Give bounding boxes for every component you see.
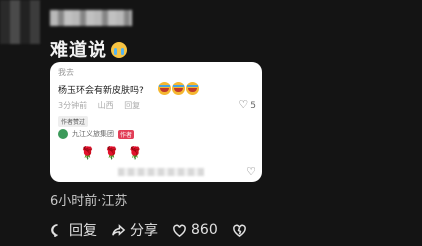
heart-icon (172, 223, 187, 238)
rose-icon: 🌹 (103, 146, 123, 160)
share-button[interactable]: 分享 (111, 220, 158, 240)
quoted-time: 3分钟前 (58, 101, 88, 110)
quoted-emojis (158, 80, 200, 99)
like-count: 860 (191, 222, 218, 238)
quoted-reply-button[interactable]: 回复 (124, 101, 140, 110)
dislike-button[interactable] (232, 223, 251, 238)
org-logo-icon (58, 129, 68, 139)
rose-icon: 🌹 (127, 146, 147, 160)
quoted-location: 山西 (97, 101, 114, 110)
comment-icon (50, 223, 65, 238)
like-button[interactable]: 860 (172, 222, 218, 238)
quoted-like-button[interactable]: ♡ 5 (238, 98, 256, 111)
quoted-text: 杨玉环会有新皮肤吗? (58, 86, 144, 96)
comment-text: 难道说 (50, 36, 127, 62)
blurred-text (118, 168, 204, 176)
username-blurred[interactable] (50, 10, 132, 26)
share-icon (111, 223, 126, 238)
avatar[interactable] (0, 0, 40, 44)
author-badge: 作者 (118, 129, 135, 139)
quoted-username[interactable]: 我去 (58, 67, 74, 78)
rose-emojis: 🌹 🌹 🌹 (80, 146, 152, 160)
time-location: 6小时前·江苏 (50, 194, 128, 209)
action-bar: 回复 分享 860 (50, 220, 265, 240)
org-name: 九江义旅集团 (72, 130, 114, 138)
laughing-emoji-icon (158, 82, 171, 95)
quoted-like-count: 5 (250, 101, 256, 111)
heart-icon: ♡ (238, 98, 249, 111)
share-label: 分享 (130, 223, 158, 239)
laughing-emoji-icon (186, 82, 199, 95)
quoted-meta: 3分钟前 山西 回复 (58, 100, 148, 111)
comment-body: 难道说 (50, 40, 107, 61)
card-like-button[interactable]: ♡ (246, 165, 256, 178)
crying-emoji-icon (111, 42, 127, 58)
author-liked-tag: 作者赞过 (58, 116, 89, 127)
broken-heart-icon (232, 223, 247, 238)
reply-label: 回复 (69, 223, 97, 239)
rose-icon: 🌹 (80, 146, 99, 160)
laughing-emoji-icon (172, 82, 185, 95)
reply-button[interactable]: 回复 (50, 220, 97, 240)
quoted-comment-card[interactable]: 我去 杨玉环会有新皮肤吗? 3分钟前 山西 回复 ♡ 5 作者赞过 九江义旅集团 … (50, 62, 262, 182)
author-reply-row[interactable]: 九江义旅集团 作者 (58, 129, 135, 139)
